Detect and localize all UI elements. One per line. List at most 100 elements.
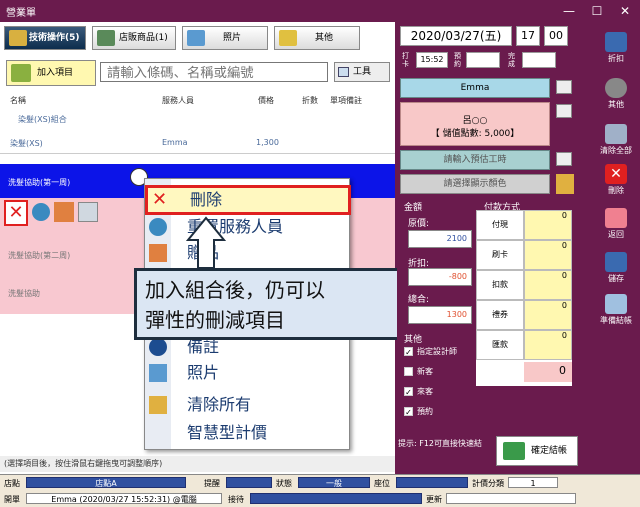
save-button[interactable]: 儲存 <box>592 250 640 290</box>
prepare-checkout-button[interactable]: 準備結帳 <box>592 292 640 332</box>
checklist-icon <box>605 294 627 314</box>
maximize-button[interactable]: ☐ <box>584 2 610 20</box>
checkbox-checked: ✓ <box>404 407 413 417</box>
designer-list-icon[interactable] <box>556 80 572 94</box>
pay-value-card[interactable]: 0 <box>524 240 572 270</box>
pay-value-deduct[interactable]: 0 <box>524 270 572 300</box>
open-field: Emma (2020/03/27 15:52:31) @電腦 <box>26 493 222 504</box>
back-button[interactable]: 返回 <box>592 206 640 246</box>
menu-item-delete[interactable]: ✕ 刪除 <box>145 185 351 215</box>
clock-in-field[interactable]: 15:52 <box>416 52 448 68</box>
close-button[interactable]: ✕ <box>612 2 638 20</box>
action-sidebar: 折扣 其他 清除全部 ✕ 刪除 返回 儲存 準備結帳 <box>592 22 640 474</box>
new-customer-checkbox[interactable]: 新客 <box>404 366 484 378</box>
menu-label: 照片 <box>187 363 220 382</box>
tab-technical[interactable]: 技術操作(5) <box>4 26 86 50</box>
update-field <box>446 493 576 504</box>
pay-value-transfer[interactable]: 0 <box>524 330 572 360</box>
customer-list-icon[interactable] <box>556 104 572 118</box>
hour-field[interactable]: 17 <box>516 26 540 46</box>
menu-item-photo[interactable]: 照片 <box>145 361 351 385</box>
gift-icon[interactable] <box>54 202 74 222</box>
swap-staff-icon[interactable] <box>32 203 50 221</box>
tools-button[interactable]: 工具 <box>334 62 390 82</box>
table-row[interactable]: 染髮(XS)組合 <box>0 110 395 132</box>
clock-in-label: 打卡 <box>402 52 409 68</box>
seat-field <box>396 477 468 488</box>
delete-button[interactable]: ✕ 刪除 <box>592 162 640 202</box>
callout-line1: 加入組合後，仍可以 <box>145 278 325 302</box>
gear-icon <box>605 78 627 98</box>
menu-item-smart-pricing[interactable]: 智慧型計價 <box>145 421 351 445</box>
menu-item-reset-staff[interactable]: 重置服務人員 <box>145 215 351 239</box>
tools-icon <box>338 67 349 77</box>
orig-price-field: 2100 <box>408 230 472 248</box>
work-hours-icon[interactable] <box>556 152 572 166</box>
store-label: 店點 <box>4 479 20 488</box>
done-label: 完成 <box>508 52 515 68</box>
customer-points: 【 儲值點數: 5,000】 <box>430 129 520 139</box>
menu-label: 清除所有 <box>187 395 252 414</box>
visitor-checkbox[interactable]: ✓ 來客 <box>404 386 484 398</box>
info-icon <box>149 338 167 356</box>
row-name: 染髮(XS)組合 <box>18 115 67 124</box>
col-staff: 服務人員 <box>162 96 194 105</box>
folder-icon <box>279 30 297 46</box>
clear-all-button[interactable]: 清除全部 <box>592 122 640 162</box>
total-field: 1300 <box>408 306 472 324</box>
other-button[interactable]: 其他 <box>592 76 640 116</box>
side-label: 儲存 <box>608 274 624 283</box>
reminder-label: 提醒 <box>204 479 220 488</box>
checkbox-unchecked <box>404 367 413 376</box>
minute-field[interactable]: 00 <box>544 26 568 46</box>
broom-icon[interactable] <box>556 174 574 194</box>
minimize-button[interactable]: — <box>556 2 582 20</box>
tab-retail[interactable]: 店販商品(1) <box>92 26 176 50</box>
discount-icon <box>605 32 627 52</box>
color-button[interactable]: 請選擇顯示顏色 <box>400 174 550 194</box>
delete-icon: ✕ <box>152 189 168 210</box>
customer-card[interactable]: 呂○○ 【 儲值點數: 5,000】 <box>400 102 550 146</box>
designated-checkbox[interactable]: ✓ 指定設計師 <box>404 346 484 358</box>
date-field[interactable]: 2020/03/27(五) <box>400 26 512 46</box>
menu-item-gift[interactable]: 贈品 <box>145 241 351 265</box>
row-name: 洗髮協助 <box>8 289 40 298</box>
search-input[interactable] <box>100 62 328 82</box>
other-title: 其他 <box>404 335 423 345</box>
table-row[interactable]: 染髮(XS) Emma 1,300 <box>0 132 395 154</box>
tab-photo[interactable]: 照片 <box>182 26 268 50</box>
pay-value-cash[interactable]: 0 <box>524 210 572 240</box>
pay-label-card: 刷卡 <box>476 240 524 270</box>
delete-icon: ✕ <box>605 164 627 184</box>
appointment-label: 預約 <box>454 52 461 68</box>
menu-item-clear-all[interactable]: 清除所有 <box>145 393 351 417</box>
menu-label: 智慧型計價 <box>187 423 268 442</box>
appointment-checkbox[interactable]: ✓ 預約 <box>404 406 484 418</box>
checkout-button[interactable]: 確定結帳 <box>496 436 578 466</box>
cart-icon <box>503 442 525 460</box>
total-label: 總合: <box>408 295 430 305</box>
note-icon[interactable] <box>78 202 98 222</box>
col-price: 價格 <box>258 96 274 105</box>
orig-label: 原價: <box>408 219 430 229</box>
row-name: 洗髮協助(第二周) <box>8 251 71 260</box>
delete-icon[interactable]: ✕ <box>4 200 28 226</box>
side-label: 刪除 <box>608 186 624 195</box>
add-item-button[interactable]: 加入項目 <box>6 60 96 86</box>
appointment-field[interactable] <box>466 52 500 68</box>
pay-label-cash: 付現 <box>476 210 524 240</box>
work-hours-button[interactable]: 請輸入預估工時 <box>400 150 550 170</box>
row-name: 染髮(XS) <box>10 139 43 148</box>
count-field: 1 <box>508 477 558 488</box>
tab-other[interactable]: 其他 <box>274 26 360 50</box>
col-discount: 折數 <box>302 96 318 105</box>
open-label: 開單 <box>4 495 20 504</box>
designer-field[interactable]: Emma <box>400 78 550 98</box>
pay-value-voucher[interactable]: 0 <box>524 300 572 330</box>
side-label: 清除全部 <box>600 146 632 155</box>
row-staff: Emma <box>162 138 188 147</box>
discount-button[interactable]: 折扣 <box>592 30 640 70</box>
done-field[interactable] <box>522 52 556 68</box>
photo-icon <box>187 30 205 46</box>
callout: 加入組合後，仍可以 彈性的刪減項目 <box>134 268 404 340</box>
